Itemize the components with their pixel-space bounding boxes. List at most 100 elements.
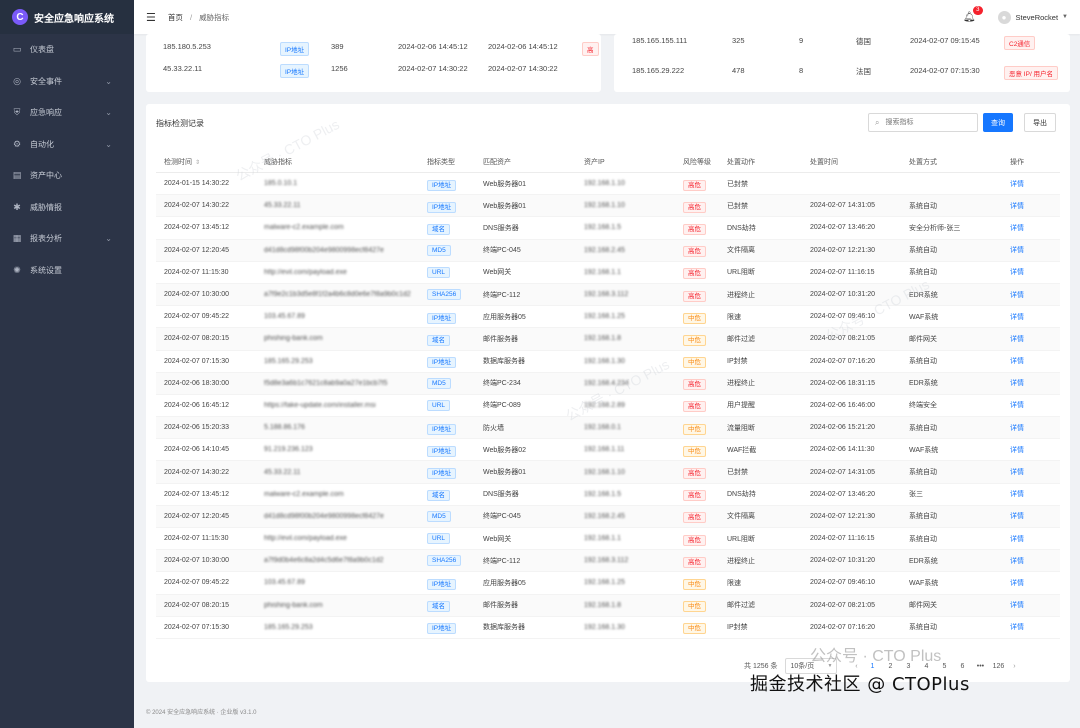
table-cell: Web服务器01 (475, 194, 576, 218)
detail-link[interactable]: 详情 (1010, 225, 1024, 232)
breadcrumb-home[interactable]: 首页 (168, 13, 183, 22)
detail-link[interactable]: 详情 (1010, 203, 1024, 210)
cell-text: WAF拦截 (727, 446, 757, 454)
detail-link[interactable]: 详情 (1010, 181, 1024, 188)
detail-link[interactable]: 详情 (1010, 469, 1024, 476)
table-cell: 192.168.1.11 (576, 438, 675, 462)
app-logo-icon: C (12, 9, 28, 25)
table-cell: 邮件网关 (901, 327, 1002, 351)
search-box[interactable]: ⌕ (868, 113, 978, 132)
detail-link[interactable]: 详情 (1010, 358, 1024, 365)
search-input[interactable] (883, 118, 968, 127)
detail-link[interactable]: 详情 (1010, 336, 1024, 343)
cell-text: 2024-02-07 12:21:30 (810, 246, 875, 254)
table-cell: 终端PC-112 (475, 283, 576, 307)
detail-link[interactable]: 详情 (1010, 269, 1024, 276)
table-cell: phishing-bank.com (256, 594, 419, 617)
table-cell: 应用服务器05 (475, 571, 576, 595)
avatar[interactable]: ● (997, 10, 1011, 24)
detail-link[interactable]: 详情 (1010, 314, 1024, 321)
page-number[interactable]: ••• (971, 663, 989, 670)
page-number[interactable]: 126 (989, 663, 1007, 670)
cell-text: 限速 (727, 313, 741, 321)
table-row: 2024-01-15 14:30:22 185.0.10.1 IP地址 Web服务器0… (156, 172, 1060, 196)
cell-text: 邮件网关 (909, 602, 937, 610)
cell-text: Web服务器02 (483, 446, 527, 454)
table-cell: 2024-02-07 08:20:15 (156, 594, 256, 617)
indicator-type-tag: IP地址 (427, 312, 457, 324)
detail-link[interactable]: 详情 (1010, 513, 1024, 520)
table-cell: 2024-02-07 14:31:05 (802, 194, 901, 218)
breadcrumb: 首页 / 威胁指标 (168, 12, 229, 23)
detail-link[interactable]: 详情 (1010, 247, 1024, 254)
table-cell: 2024-02-07 07:16:20 (802, 616, 901, 639)
username[interactable]: SteveRocket (1016, 13, 1059, 22)
detail-link[interactable]: 详情 (1010, 602, 1024, 609)
indicator-type-tag: SHA256 (427, 289, 462, 301)
menu-toggle-icon[interactable]: ☰ (146, 11, 156, 24)
table-cell: URL (419, 527, 475, 551)
indicator-type-tag: IP地址 (427, 623, 457, 635)
table-cell: 域名 (419, 594, 475, 617)
search-button[interactable]: 查询 (983, 113, 1013, 132)
table-cell: 数据库服务器 (475, 350, 576, 373)
sidebar-item[interactable]: ⛨ 应急响应 ⌄ (0, 97, 134, 129)
table-row: 2024-02-07 11:15:30 http://evil.com/paylo… (156, 261, 1060, 284)
cell-text: 邮件服务器 (483, 335, 518, 343)
detail-link[interactable]: 详情 (1010, 580, 1024, 587)
sidebar-item[interactable]: ⚙ 自动化 ⌄ (0, 129, 134, 161)
detail-link[interactable]: 详情 (1010, 380, 1024, 387)
next-page-button[interactable]: › (1007, 663, 1021, 670)
sidebar-item[interactable]: ▦ 报表分析 ⌄ (0, 223, 134, 255)
detail-link[interactable]: 详情 (1010, 558, 1024, 565)
indicator-detection-card: 指标检测记录 ⌕ 查询 导出 检测时间⇕威胁指标指标类型匹配资产资产IP风险等级… (146, 104, 1070, 682)
table-cell: MD5 (419, 372, 475, 395)
redacted-value: 192.168.0.1 (584, 424, 621, 432)
sort-icon[interactable]: ⇕ (195, 160, 200, 166)
cell-text: 2024-02-06 14:11:30 (810, 446, 875, 454)
sidebar-item[interactable]: ✺ 系统设置 (0, 255, 134, 287)
brand[interactable]: C 安全应急响应系统 (0, 0, 134, 34)
table-cell: EDR系统 (901, 549, 1002, 573)
column-header[interactable]: 检测时间 ⇕ (156, 152, 256, 173)
table-cell: 高危 (675, 261, 719, 284)
user-caret-icon[interactable]: ▼ (1062, 14, 1068, 20)
cell-text: 2024-02-07 10:30:00 (164, 291, 229, 299)
page-number[interactable]: 6 (953, 663, 971, 670)
table-cell: 终端PC-112 (475, 549, 576, 573)
card-title: 指标检测记录 (156, 119, 204, 128)
notification-bell-icon[interactable]: 🔔︎ 3 (963, 5, 983, 23)
chevron-down-icon: ⌄ (105, 76, 112, 86)
sidebar-item[interactable]: ◎ 安全事件 ⌄ (0, 66, 134, 98)
detail-link[interactable]: 详情 (1010, 491, 1024, 498)
cell-text: 2024-02-06 18:30:00 (164, 379, 229, 387)
cell-text: 系统自动 (909, 269, 937, 277)
table-row: 2024-02-07 08:20:15 phishing-bank.com 域名 邮件… (156, 327, 1060, 351)
cell-first: 2024-02-06 14:45:12 (398, 42, 468, 51)
breadcrumb-current: 威胁指标 (199, 12, 230, 22)
cell-text: EDR系统 (909, 380, 938, 388)
detail-link[interactable]: 详情 (1010, 292, 1024, 299)
table-cell: 详情 (1002, 283, 1060, 307)
cell-text: EDR系统 (909, 557, 938, 565)
sidebar-item[interactable]: ▤ 资产中心 (0, 160, 134, 192)
export-button[interactable]: 导出 (1024, 113, 1056, 132)
sidebar-item[interactable]: ✱ 威胁情报 (0, 192, 134, 224)
table-cell: 45.33.22.11 (256, 460, 419, 484)
cell-text: 邮件过滤 (727, 602, 755, 610)
cell-text: 用户提醒 (727, 402, 755, 410)
table-row: 2024-02-07 07:15:30 185.165.29.253 IP地址 数据库… (156, 350, 1060, 373)
column-header: 资产IP (576, 152, 675, 173)
table-cell: 系统自动 (901, 239, 1002, 262)
detail-link[interactable]: 详情 (1010, 402, 1024, 409)
detail-link[interactable]: 详情 (1010, 425, 1024, 432)
table-cell: IP地址 (419, 438, 475, 462)
table-row: 2024-02-07 09:45:22 103.45.67.89 IP地址 应用服务器… (156, 571, 1060, 595)
cell-text: 2024-02-07 09:45:22 (164, 313, 229, 321)
detail-link[interactable]: 详情 (1010, 536, 1024, 543)
cell-text: 系统自动 (909, 469, 937, 477)
table-cell: 2024-02-07 10:31:20 (802, 283, 901, 307)
detail-link[interactable]: 详情 (1010, 447, 1024, 454)
sidebar-item[interactable]: ▭ 仪表盘 (0, 34, 134, 66)
detail-link[interactable]: 详情 (1010, 624, 1024, 631)
